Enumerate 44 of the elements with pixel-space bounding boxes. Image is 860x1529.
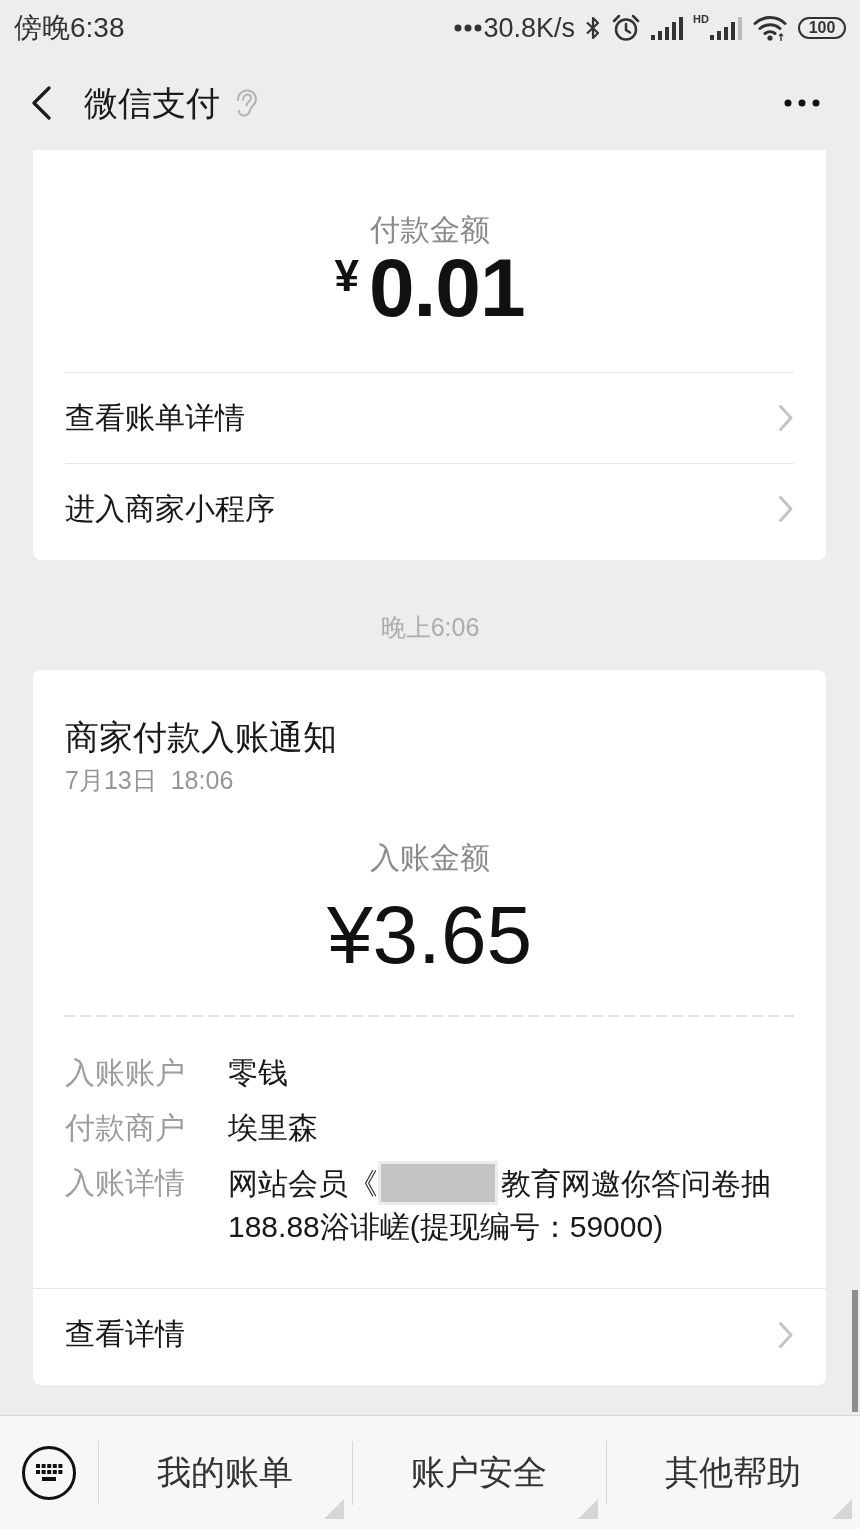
field-value: 零钱 xyxy=(228,1055,288,1091)
more-button[interactable] xyxy=(784,99,820,107)
more-dots-icon xyxy=(453,24,482,32)
link-row[interactable]: 查看详情 xyxy=(33,1288,826,1380)
status-time: 傍晚6:38 xyxy=(14,11,125,45)
chevron-right-icon xyxy=(778,495,794,523)
menu-tab[interactable]: 我的账单 xyxy=(98,1416,352,1529)
corner-triangle-icon xyxy=(324,1499,344,1519)
hd-label: HD xyxy=(693,14,709,25)
corner-triangle-icon xyxy=(832,1499,852,1519)
payment-amount: 0.01 xyxy=(368,248,525,328)
page-title: 微信支付 xyxy=(84,83,220,124)
chevron-left-icon xyxy=(30,86,52,120)
menu-tab[interactable]: 账户安全 xyxy=(352,1416,606,1529)
ear-icon xyxy=(234,89,258,117)
signal-icon xyxy=(710,16,742,40)
back-button[interactable] xyxy=(30,86,52,120)
wifi-icon xyxy=(752,14,788,42)
message-time: 晚上6:06 xyxy=(380,612,480,642)
alarm-clock-icon xyxy=(611,13,642,43)
currency-symbol: ¥ xyxy=(334,254,359,302)
menu-tab[interactable]: 其他帮助 xyxy=(606,1416,860,1529)
bluetooth-icon xyxy=(585,15,602,41)
chevron-right-icon xyxy=(778,404,794,432)
chevron-right-icon xyxy=(778,1320,794,1349)
field-value: 188.88浴诽嵯(提现编号：59000) xyxy=(228,1209,664,1245)
received-amount: ¥3.65 xyxy=(325,890,534,980)
keyboard-icon xyxy=(21,1444,77,1501)
field-label: 付款商户 xyxy=(65,1110,185,1146)
field-value: 教育网邀你答问卷抽 xyxy=(501,1165,771,1202)
amount-label: 入账金额 xyxy=(368,840,491,876)
field-value: 埃里森 xyxy=(228,1110,318,1146)
field-label: 入账账户 xyxy=(65,1055,185,1091)
more-icon xyxy=(784,99,820,107)
amount-label: 付款金额 xyxy=(368,212,491,248)
notice-time: 18:06 xyxy=(170,765,234,796)
battery-indicator: 100 xyxy=(798,17,846,39)
notice-title: 商家付款入账通知 xyxy=(65,717,338,758)
corner-triangle-icon xyxy=(578,1499,598,1519)
field-label: 入账详情 xyxy=(65,1165,185,1201)
network-speed: 30.8K/s xyxy=(483,12,576,44)
field-value: 网站会员《 xyxy=(228,1165,378,1202)
notice-date: 7月13日 xyxy=(65,765,157,796)
signal-icon xyxy=(651,16,684,40)
